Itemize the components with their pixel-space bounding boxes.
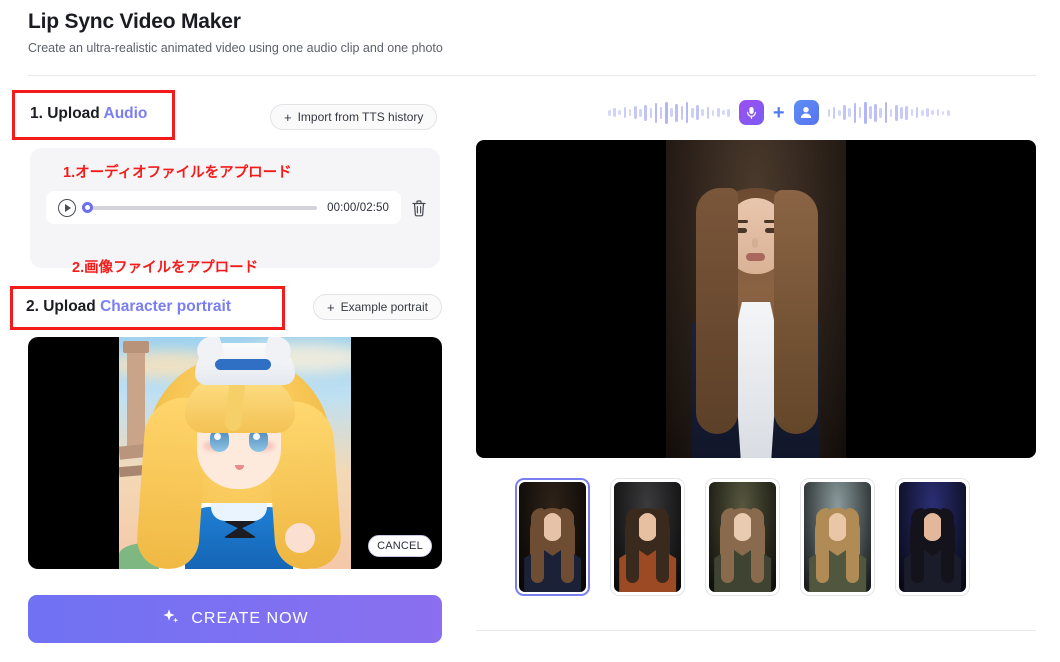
- create-now-button[interactable]: CREATE NOW: [28, 595, 442, 643]
- thumbnail-image: [804, 482, 871, 592]
- person-icon: [793, 100, 819, 125]
- audio-player[interactable]: 00:00/02:50: [46, 191, 401, 224]
- thumbnail-portrait-man-olive-shirt[interactable]: [800, 478, 875, 596]
- preview-portrait-image: [666, 140, 846, 458]
- video-preview[interactable]: [476, 140, 1036, 458]
- anime-portrait-image: [119, 337, 351, 569]
- plus-icon: +: [284, 109, 292, 125]
- section-heading-upload-portrait: 2. Upload Character portrait: [26, 298, 231, 316]
- import-from-tts-history-button[interactable]: + Import from TTS history: [270, 104, 438, 130]
- plus-icon: +: [772, 101, 785, 124]
- section-heading-portrait-prefix: 2. Upload: [26, 298, 101, 315]
- audio-progress-track: [87, 205, 318, 210]
- thumbnail-image: [519, 482, 586, 592]
- plus-icon: +: [327, 299, 335, 315]
- lip-sync-video-maker-page: Lip Sync Video Maker Create an ultra-rea…: [0, 0, 1060, 662]
- import-from-tts-history-label: Import from TTS history: [297, 110, 424, 124]
- thumbnail-image: [614, 482, 681, 592]
- section-heading-upload-audio: 1. Upload Audio: [30, 105, 147, 123]
- sparkle-icon: [161, 607, 181, 632]
- example-portrait-button[interactable]: + Example portrait: [313, 294, 442, 320]
- example-portrait-label: Example portrait: [340, 300, 428, 314]
- waveform-left: [608, 101, 730, 125]
- audio-plus-portrait-banner: +: [608, 100, 950, 125]
- section-heading-portrait-accent: Character portrait: [100, 298, 232, 315]
- section-heading-audio-accent: Audio: [103, 105, 148, 122]
- cancel-button[interactable]: CANCEL: [368, 535, 432, 557]
- thumbnail-image: [709, 482, 776, 592]
- thumbnail-portrait-man-rust-jacket[interactable]: [610, 478, 685, 596]
- right-panel-divider: [476, 630, 1036, 631]
- create-now-label: CREATE NOW: [191, 610, 309, 627]
- audio-progress-knob[interactable]: [82, 202, 93, 213]
- audio-time-display: 00:00/02:50: [327, 201, 389, 214]
- microphone-icon: [738, 100, 764, 125]
- thumbnail-portrait-woman-navy-suit[interactable]: [515, 478, 590, 596]
- annotation-upload-image-file: 2.画像ファイルをアプロード: [72, 260, 259, 276]
- annotation-upload-audio-file: 1.オーディオファイルをアプロード: [63, 165, 292, 181]
- play-icon[interactable]: [58, 198, 76, 217]
- portrait-thumbnail-list[interactable]: [515, 478, 970, 596]
- left-panel: 1. Upload Audio + Import from TTS histor…: [0, 0, 470, 662]
- thumbnail-portrait-woman-olive-top[interactable]: [705, 478, 780, 596]
- audio-progress-slider[interactable]: [82, 199, 318, 217]
- right-panel: +: [470, 0, 1060, 662]
- trash-icon[interactable]: [410, 198, 428, 218]
- thumbnail-image: [899, 482, 966, 592]
- section-heading-audio-prefix: 1. Upload: [30, 105, 104, 122]
- thumbnail-portrait-cyberpunk-woman[interactable]: [895, 478, 970, 596]
- waveform-right: [827, 101, 950, 125]
